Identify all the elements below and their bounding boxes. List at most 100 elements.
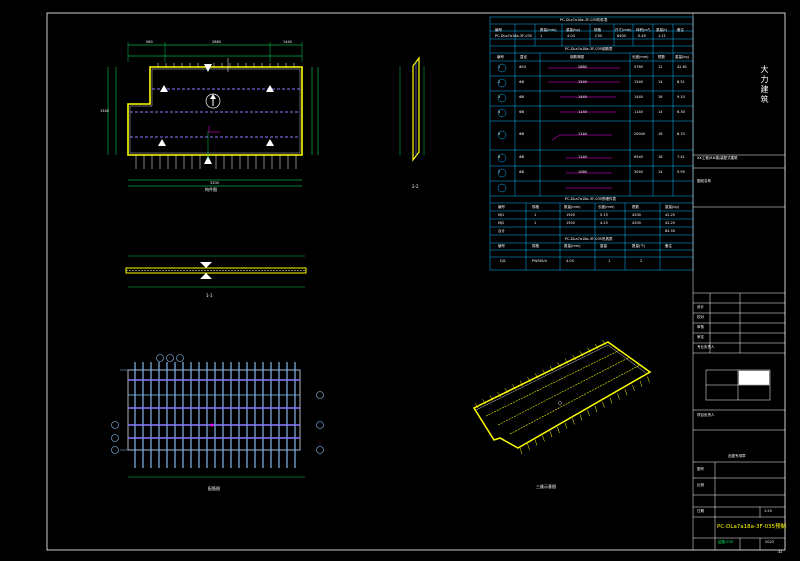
t2-title: PC-DLa7a18a-3F-035钢筋表 [565, 47, 613, 51]
t2-cell: 14 [658, 80, 663, 84]
t3-h1: 规格 [532, 205, 539, 209]
t1-h3: 规格 [594, 28, 601, 32]
iso-rebar-end [527, 443, 530, 450]
t2-cell: Φ8 [519, 110, 524, 114]
t2-cell: 1140 [578, 155, 587, 159]
t3-cell: MJ2 [498, 221, 505, 225]
t2-cell: 2880 [578, 65, 587, 69]
drawing-title: PC-DLa7a18a-3F-035预制 [717, 524, 787, 530]
t2-cell: 7 [498, 170, 501, 174]
t2-cell: 8.33 [677, 132, 685, 136]
t3-cell: 4.25 [600, 221, 608, 225]
date-value: 2023 [765, 540, 774, 544]
iso-title: 三维示意图 [536, 483, 556, 489]
t2-cell: 14 [658, 110, 663, 114]
t1-row-grade: C30 [595, 34, 602, 38]
date-label: 日期 [697, 509, 704, 513]
t2-cell: 3 [498, 95, 501, 99]
title-block [692, 13, 785, 550]
t4-row-2: 4.04 [566, 259, 574, 263]
t1-h6: 重量(t) [656, 28, 668, 32]
project-line: XX工程(6#楼)装配式建筑 [697, 156, 738, 160]
t2-cell: Φ8 [519, 95, 524, 99]
t3-cell: 4200 [632, 221, 641, 225]
iso-rebar-end [624, 389, 628, 396]
t3-cell: 1 [534, 213, 537, 217]
t2-h2: 钢筋简图 [570, 55, 584, 59]
t3-h4: 根数 [632, 205, 639, 209]
leader-label: 专业负责人 [697, 345, 715, 349]
t4-row-0: DJ1 [500, 259, 506, 263]
t2-cell: 6 [498, 155, 501, 159]
t1-title: PC-DLa7a18a-3F-035构件表 [560, 18, 608, 22]
t3-h0: 编号 [498, 205, 505, 209]
t2-cell: 5.95 [677, 170, 685, 174]
t2-cell: 1140 [634, 110, 643, 114]
t2-cell: 1440 [634, 95, 643, 99]
t2-cell: 1540 [634, 80, 643, 84]
t2-cell: 6.30 [677, 110, 685, 114]
t4-h3: 重量 [600, 244, 607, 248]
t3-cell: 42.25 [665, 221, 676, 225]
iso-rebar-end [542, 435, 545, 442]
t2-cell: 1540 [578, 80, 587, 84]
t4-title: PC-DLa7a18a-3F-035吊具表 [565, 237, 613, 241]
t3-h2: 数量(mm) [564, 205, 581, 209]
iso-rebar-end [564, 422, 568, 429]
t2-h5: 重量(kg) [675, 55, 689, 59]
plan-title: 构件图 [205, 186, 217, 192]
t2-cell: 9.10 [677, 95, 685, 99]
t2-h1: 直径 [520, 55, 527, 59]
t3-h5: 重量(kg) [665, 205, 679, 209]
iso-rebar-end [572, 418, 575, 425]
t2-cell: 1080 [578, 170, 587, 174]
t2-cell: 16 [658, 132, 663, 136]
iso-rebar-end [639, 380, 643, 387]
t3-cell: 合计 [498, 229, 505, 233]
section-22-title: 2-2 [412, 184, 419, 189]
section-2-2: 2-2 [399, 56, 425, 189]
section-1-1: 1-1 [125, 255, 307, 298]
iso-rebar-end [632, 384, 635, 392]
iso-rebar-end [594, 405, 598, 413]
t2-cell: 2 [498, 80, 501, 84]
t2-cell: Φ8 [519, 155, 524, 159]
scale-value: 1:25 [764, 509, 772, 513]
t2-cell: 16 [658, 95, 663, 99]
isometric-view: 三维示意图 [472, 339, 652, 489]
t3-cell: MJ1 [498, 213, 505, 217]
plan-dim-top-1: 560 [146, 40, 153, 44]
t2-cell: 3040 [634, 170, 643, 174]
section-11-title: 1-1 [206, 293, 213, 298]
rebar-title: 配筋图 [208, 485, 220, 491]
scale-label: 比例 [697, 483, 704, 487]
iso-rebar-end [519, 447, 523, 455]
t2-cell: 5760 [634, 65, 643, 69]
t2-cell: 5 [498, 132, 501, 136]
t4-h2: 数量(mm) [564, 244, 581, 248]
t1-row-ton: 1.21 [658, 34, 666, 38]
iso-rebar-end [557, 426, 560, 434]
iso-rebar-end [549, 431, 553, 438]
t2-cell: 1140 [578, 132, 587, 136]
t2-cell: 14 [658, 170, 663, 174]
t3-cell: 1920 [566, 213, 575, 217]
t4-h1: 规格 [532, 244, 539, 248]
t1-row-qty: 1 [540, 34, 543, 38]
plan-dim-top-2: 2880 [212, 40, 221, 44]
t1-h4: 尺寸(mm) [615, 28, 632, 32]
t1-row-weight: 4.04 [567, 34, 575, 38]
t1-row-size: 6400 [617, 34, 626, 38]
plan-dim-top-3: 1440 [283, 40, 292, 44]
t2-cell: 6540 [634, 155, 643, 159]
t3-title: PC-DLa7a18a-3F-035预埋件表 [565, 197, 617, 201]
iso-rebar-end [534, 439, 538, 446]
t4-h4: 数量(个) [632, 244, 646, 248]
t1-h5: 体积(m³) [636, 28, 651, 32]
t4-row-4: 2 [640, 259, 643, 263]
iso-rebar-end [587, 410, 590, 417]
t2-cell: 8.51 [677, 80, 685, 84]
iso-rebar-end [609, 397, 613, 404]
t3-cell: 1920 [566, 221, 575, 225]
t4-row-1: PW50U4 [532, 259, 547, 263]
